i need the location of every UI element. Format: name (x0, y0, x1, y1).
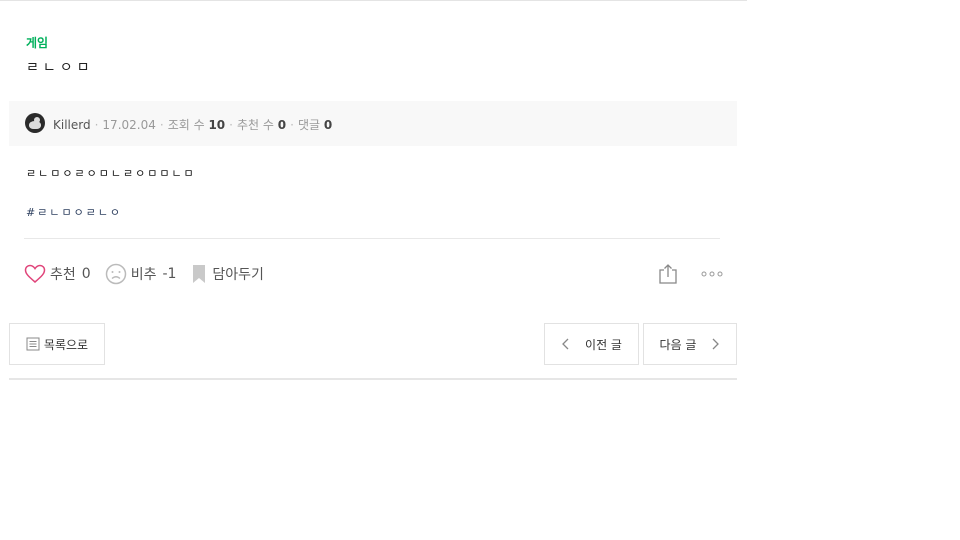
post-meta-bar: Killerd · 17.02.04 · 조회 수 10 · 추천 수 0 · 댓글 0 (9, 101, 737, 146)
dislike-label: 비추 (130, 267, 157, 283)
comments-count: 0 (323, 118, 333, 132)
dislike-button[interactable]: 비추 -1 (105, 263, 177, 285)
share-icon (659, 264, 677, 284)
bottom-rule (9, 378, 737, 380)
content-divider (24, 238, 720, 239)
meta-line: Killerd · 17.02.04 · 조회 수 10 · 추천 수 0 · 댓글 0 (53, 116, 332, 133)
views-label: 조회 수 (167, 118, 205, 132)
post-category[interactable]: 게임 (26, 34, 48, 51)
heart-icon (24, 264, 46, 283)
post-tag[interactable]: #ㄹㄴㅁㅇㄹㄴㅇ (26, 204, 122, 220)
bookmark-icon (193, 265, 206, 283)
bookmark-button[interactable]: 담아두기 (190, 264, 264, 284)
comments-label: 댓글 (297, 118, 321, 132)
like-button[interactable]: 추천 0 (24, 264, 91, 284)
chevron-left-icon (562, 338, 569, 350)
avatar-duck-head (34, 117, 40, 123)
votes-count: 0 (277, 118, 287, 132)
share-button[interactable] (657, 263, 679, 285)
next-post-label: 다음 글 (659, 337, 697, 352)
next-post-button[interactable]: 다음 글 (643, 323, 737, 365)
meta-separator: · (229, 118, 233, 132)
meta-separator: · (94, 118, 99, 132)
like-label: 추천 (50, 267, 76, 283)
votes-label: 추천 수 (236, 118, 274, 132)
back-to-list-button[interactable]: 목록으로 (9, 323, 105, 365)
previous-post-button[interactable]: 이전 글 (544, 323, 639, 365)
views-count: 10 (208, 118, 226, 132)
back-to-list-label: 목록으로 (43, 337, 89, 352)
sad-face-icon (105, 263, 126, 285)
dislike-count: -1 (162, 266, 177, 282)
list-icon (26, 337, 40, 351)
meta-separator: · (290, 118, 294, 132)
chevron-right-icon (713, 338, 720, 350)
bookmark-label: 담아두기 (212, 267, 264, 283)
post-body: ㄹㄴㅁㅇㄹㅇㅁㄴㄹㅇㅁㅁㄴㅁ (26, 167, 196, 180)
previous-post-label: 이전 글 (585, 337, 622, 352)
post-date: 17.02.04 (102, 118, 156, 132)
more-dots-icon (701, 271, 723, 277)
avatar[interactable] (25, 113, 45, 133)
post-title: ㄹㄴㅇㅁ (26, 60, 94, 76)
top-rule (0, 0, 747, 1)
more-options-button[interactable] (701, 266, 723, 282)
like-count: 0 (81, 266, 91, 282)
author-name[interactable]: Killerd (53, 118, 91, 132)
post-actions: 추천 0 비추 -1 담아두기 (24, 262, 278, 286)
meta-separator: · (159, 118, 164, 132)
